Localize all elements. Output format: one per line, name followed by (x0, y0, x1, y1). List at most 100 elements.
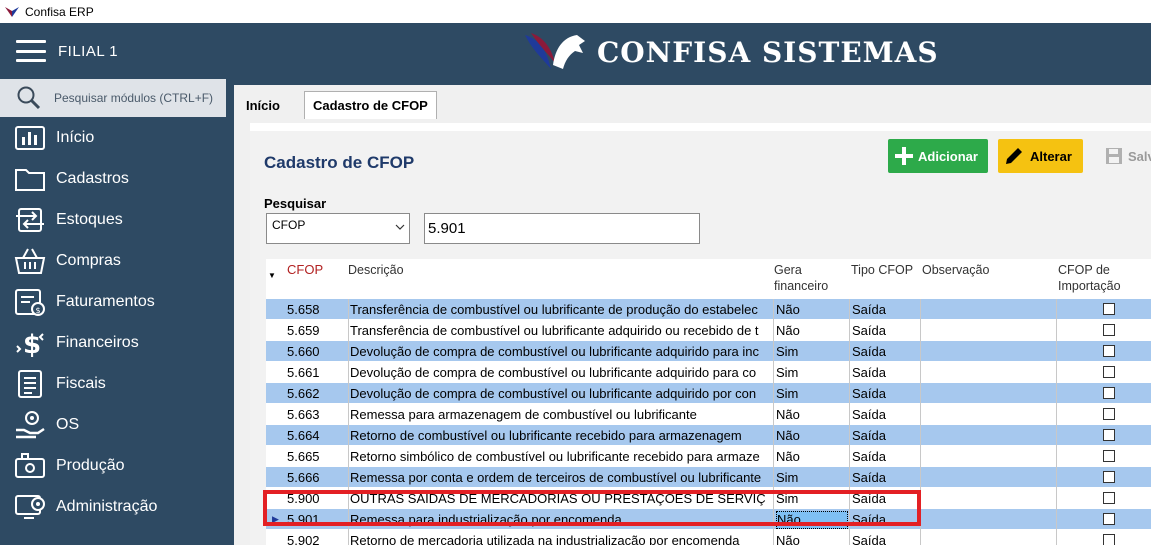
sidebar-item-inicio[interactable]: Início (0, 117, 226, 158)
cell-observacao[interactable] (920, 299, 1056, 320)
cell-descricao[interactable]: Remessa para armazenagem de combustível … (348, 404, 772, 425)
cell-cfop[interactable]: 5.664 (287, 425, 345, 446)
importacao-checkbox[interactable] (1103, 324, 1115, 336)
cell-gera-financeiro[interactable]: Não (773, 404, 849, 425)
cell-gera-financeiro[interactable]: Sim (773, 362, 849, 383)
sidebar-item-administracao[interactable]: Administração (0, 486, 226, 527)
sidebar-item-producao[interactable]: Produção (0, 445, 226, 486)
importacao-checkbox[interactable] (1103, 366, 1115, 378)
importacao-checkbox[interactable] (1103, 534, 1115, 545)
cell-gera-financeiro[interactable]: Não (773, 425, 849, 446)
cell-gera-financeiro[interactable]: Sim (773, 467, 849, 488)
cell-tipo-cfop[interactable]: Saída (849, 467, 920, 488)
table-row[interactable]: 5.659 Transferência de combustível ou lub… (266, 320, 1151, 341)
invoice-icon: $ (15, 288, 45, 316)
cell-gera-financeiro[interactable]: Não (773, 530, 849, 545)
importacao-checkbox[interactable] (1103, 408, 1115, 420)
col-header-descricao[interactable]: Descrição (348, 262, 404, 278)
cell-gera-financeiro[interactable]: Sim (773, 383, 849, 404)
cell-cfop[interactable]: 5.666 (287, 467, 345, 488)
table-row[interactable]: 5.666 Remessa por conta e ordem de tercei… (266, 467, 1151, 488)
col-header-tipo-cfop[interactable]: Tipo CFOP (851, 262, 913, 278)
cell-tipo-cfop[interactable]: Saída (849, 320, 920, 341)
cell-tipo-cfop[interactable]: Saída (849, 446, 920, 467)
cell-gera-financeiro[interactable]: Não (773, 320, 849, 341)
cell-tipo-cfop[interactable]: Saída (849, 362, 920, 383)
save-button[interactable]: Salv (1098, 139, 1151, 173)
cell-cfop[interactable]: 5.661 (287, 362, 345, 383)
cell-observacao[interactable] (920, 425, 1056, 446)
cell-cfop[interactable]: 5.660 (287, 341, 345, 362)
importacao-checkbox[interactable] (1103, 429, 1115, 441)
cell-cfop[interactable]: 5.663 (287, 404, 345, 425)
col-header-cfop-importacao[interactable]: CFOP de Importação (1058, 262, 1138, 294)
table-row[interactable]: 5.661 Devolução de compra de combustível … (266, 362, 1151, 383)
cell-tipo-cfop[interactable]: Saída (849, 404, 920, 425)
sidebar-item-fiscais[interactable]: Fiscais (0, 363, 226, 404)
search-input[interactable] (424, 213, 700, 244)
cell-observacao[interactable] (920, 404, 1056, 425)
cell-observacao[interactable] (920, 509, 1056, 530)
cell-descricao[interactable]: Transferência de combustível ou lubrific… (348, 299, 772, 320)
add-button[interactable]: Adicionar (888, 139, 988, 173)
cell-observacao[interactable] (920, 320, 1056, 341)
cell-cfop[interactable]: 5.902 (287, 530, 345, 545)
cell-cfop[interactable]: 5.665 (287, 446, 345, 467)
importacao-checkbox[interactable] (1103, 492, 1115, 504)
cell-observacao[interactable] (920, 362, 1056, 383)
cell-gera-financeiro[interactable]: Não (773, 446, 849, 467)
importacao-checkbox[interactable] (1103, 345, 1115, 357)
cell-observacao[interactable] (920, 383, 1056, 404)
cell-observacao[interactable] (920, 446, 1056, 467)
cell-tipo-cfop[interactable]: Saída (849, 425, 920, 446)
cell-descricao[interactable]: Retorno simbólico de combustível ou lubr… (348, 446, 772, 467)
cell-descricao[interactable]: Retorno de mercadoria utilizada na indus… (348, 530, 772, 545)
cell-descricao[interactable]: Devolução de compra de combustível ou lu… (348, 383, 772, 404)
menu-icon[interactable] (16, 40, 46, 62)
cell-observacao[interactable] (920, 467, 1056, 488)
sidebar-item-compras[interactable]: Compras (0, 240, 226, 281)
col-header-observacao[interactable]: Observação (922, 262, 989, 278)
sidebar-item-faturamentos[interactable]: $ Faturamentos (0, 281, 226, 322)
cell-gera-financeiro[interactable]: Não (773, 299, 849, 320)
cell-descricao[interactable]: Retorno de combustível ou lubrificante r… (348, 425, 772, 446)
sidebar-item-os[interactable]: OS (0, 404, 226, 445)
table-row[interactable]: 5.665 Retorno simbólico de combustível ou… (266, 446, 1151, 467)
col-header-cfop[interactable]: CFOP (287, 262, 323, 278)
table-row[interactable]: 5.663 Remessa para armazenagem de combust… (266, 404, 1151, 425)
importacao-checkbox[interactable] (1103, 513, 1115, 525)
cell-observacao[interactable] (920, 530, 1056, 545)
cell-observacao[interactable] (920, 341, 1056, 362)
importacao-checkbox[interactable] (1103, 387, 1115, 399)
cell-observacao[interactable] (920, 488, 1056, 509)
cell-cfop[interactable]: 5.658 (287, 299, 345, 320)
table-row[interactable]: 5.660 Devolução de compra de combustível … (266, 341, 1151, 362)
cell-descricao[interactable]: Devolução de compra de combustível ou lu… (348, 341, 772, 362)
edit-button[interactable]: Alterar (998, 139, 1083, 173)
cell-tipo-cfop[interactable]: Saída (849, 383, 920, 404)
cell-gera-financeiro[interactable]: Sim (773, 341, 849, 362)
sidebar-item-cadastros[interactable]: Cadastros (0, 158, 226, 199)
cell-cfop[interactable]: 5.659 (287, 320, 345, 341)
importacao-checkbox[interactable] (1103, 303, 1115, 315)
cell-tipo-cfop[interactable]: Saída (849, 530, 920, 545)
cell-cfop[interactable]: 5.662 (287, 383, 345, 404)
importacao-checkbox[interactable] (1103, 471, 1115, 483)
table-row[interactable]: 5.902 Retorno de mercadoria utilizada na … (266, 530, 1151, 545)
table-row[interactable]: 5.664 Retorno de combustível ou lubrifica… (266, 425, 1151, 446)
table-row[interactable]: 5.662 Devolução de compra de combustível … (266, 383, 1151, 404)
col-header-gera-financeiro[interactable]: Gera financeiro (774, 262, 834, 294)
cell-tipo-cfop[interactable]: Saída (849, 341, 920, 362)
tab-cadastro-cfop[interactable]: Cadastro de CFOP (304, 91, 437, 119)
sidebar-item-estoques[interactable]: Estoques (0, 199, 226, 240)
table-row[interactable]: 5.658 Transferência de combustível ou lub… (266, 299, 1151, 320)
cell-descricao[interactable]: Remessa por conta e ordem de terceiros d… (348, 467, 772, 488)
importacao-checkbox[interactable] (1103, 450, 1115, 462)
cell-descricao[interactable]: Devolução de compra de combustível ou lu… (348, 362, 772, 383)
cell-tipo-cfop[interactable]: Saída (849, 299, 920, 320)
tab-inicio[interactable]: Início (238, 91, 288, 119)
cell-descricao[interactable]: Transferência de combustível ou lubrific… (348, 320, 772, 341)
module-search[interactable]: Pesquisar módulos (CTRL+F) (0, 79, 226, 117)
search-field-select[interactable]: CFOP (266, 213, 410, 244)
sidebar-item-financeiros[interactable]: $ Financeiros (0, 322, 226, 363)
